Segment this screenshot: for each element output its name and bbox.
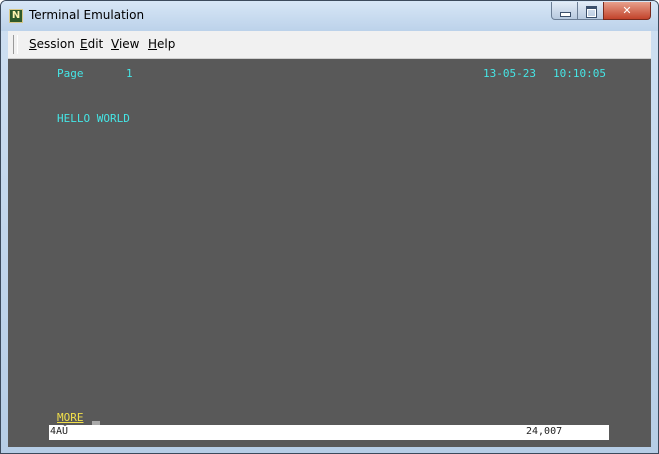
menu-session-mnemonic: S xyxy=(29,37,37,51)
close-button[interactable]: ✕ xyxy=(603,2,651,20)
minimize-button[interactable] xyxy=(551,2,578,20)
menu-help-mnemonic: H xyxy=(148,37,158,51)
minimize-icon xyxy=(560,12,571,17)
maximize-icon xyxy=(586,6,597,18)
terminal-time: 10:10:05 xyxy=(553,67,606,80)
menu-bar: Session Edit View Help xyxy=(8,31,651,59)
app-icon[interactable]: N xyxy=(9,9,23,23)
menu-view[interactable]: View xyxy=(111,37,139,51)
maximize-button[interactable] xyxy=(577,2,604,20)
menu-session-rest: ession xyxy=(36,37,75,51)
status-line: 4AÛ 24,007 xyxy=(49,425,609,440)
menu-edit-mnemonic: E xyxy=(80,37,88,51)
status-left: 4AÛ xyxy=(50,426,69,437)
page-label: Page xyxy=(57,67,84,80)
menu-view-rest: iew xyxy=(118,37,140,51)
menu-help-rest: elp xyxy=(157,37,176,51)
menu-session[interactable]: Session xyxy=(29,37,75,51)
more-prompt[interactable]: MORE xyxy=(57,411,84,424)
title-bar[interactable]: N Terminal Emulation ✕ xyxy=(1,1,658,31)
terminal-screen[interactable]: Page 1 13-05-23 10:10:05 HELLO WORLD MOR… xyxy=(8,59,651,447)
terminal-window: N Terminal Emulation ✕ Session Edit View… xyxy=(0,0,659,454)
window-title: Terminal Emulation xyxy=(29,8,145,22)
menu-view-mnemonic: V xyxy=(111,37,119,51)
close-icon: ✕ xyxy=(622,4,632,17)
menu-edit[interactable]: Edit xyxy=(80,37,103,51)
page-number: 1 xyxy=(126,67,133,80)
toolbar-grip[interactable] xyxy=(13,35,18,54)
terminal-date: 13-05-23 xyxy=(483,67,536,80)
status-right: 24,007 xyxy=(526,426,563,437)
menu-edit-rest: dit xyxy=(87,37,104,51)
terminal-message: HELLO WORLD xyxy=(57,112,130,125)
menu-help[interactable]: Help xyxy=(148,37,175,51)
